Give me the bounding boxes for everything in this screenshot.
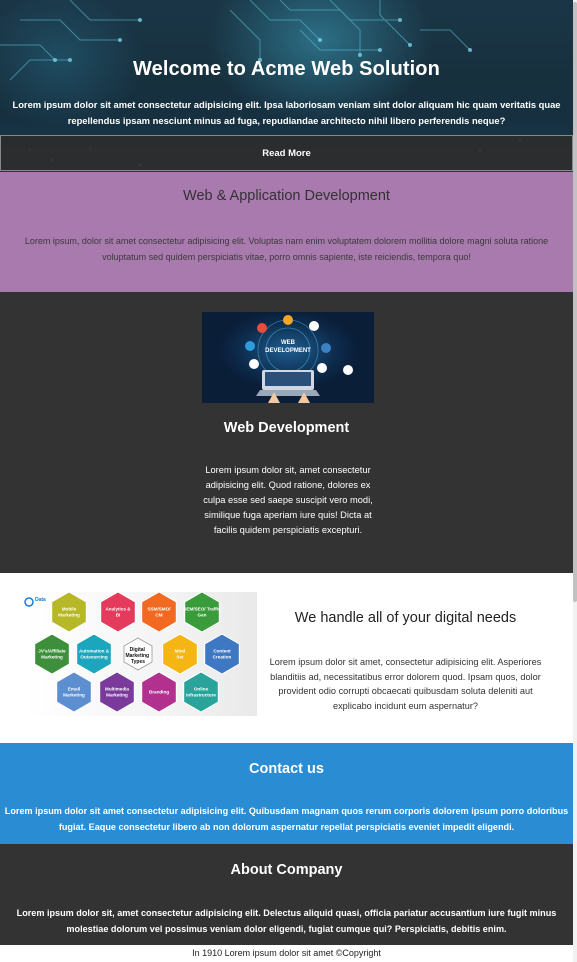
services-description: Lorem ipsum, dolor sit amet consectetur … (24, 236, 549, 262)
services-title: Web & Application Development (183, 188, 390, 204)
contact-description: Lorem ipsum dolor sit amet consectetur a… (4, 806, 569, 832)
center-hexagon: Digital Marketing Types (123, 637, 153, 671)
data-logo-text: Data (35, 597, 46, 603)
hexagon-label-7: Content Creation (213, 649, 232, 660)
digital-marketing-types-image: Data Mobile Marketing Analytics & BI SSM/SMO… (24, 591, 257, 716)
web-development-image: WEB DEVELOPMENT (202, 312, 374, 403)
read-more-button[interactable]: Read More (0, 135, 573, 171)
contact-title: Contact us (249, 761, 324, 777)
scrollbar-thumb[interactable] (573, 2, 577, 602)
footer-copyright: In 1910 Lorem ipsum dolor sit amet ©Copy… (0, 945, 573, 962)
hexagon-label-4: JV's/Affiliate Marketing (38, 649, 66, 660)
web-development-image-caption-1: WEB (281, 340, 296, 346)
services-section: Web & Application Development Lorem ipsu… (0, 172, 573, 292)
page: Welcome to Acme Web Solution Lorem ipsum… (0, 0, 573, 962)
data-logo-icon: Data (24, 597, 46, 607)
hero-section: Welcome to Acme Web Solution Lorem ipsum… (0, 0, 573, 172)
web-development-description: Lorem ipsum dolor sit, amet consectetur … (203, 465, 373, 535)
hero-title: Welcome to Acme Web Solution (133, 58, 440, 80)
hexagon-label-9: Multimedia Marketing (105, 687, 129, 698)
about-description: Lorem ipsum dolor sit, amet consectetur … (16, 908, 557, 934)
digital-needs-description: Lorem ipsum dolor sit amet, consectetur … (269, 657, 542, 711)
web-development-section: WEB DEVELOPMENT Web Development Lorem ip… (0, 292, 573, 573)
hexagon-label-10: Branding (149, 690, 169, 695)
about-section: About Company Lorem ipsum dolor sit, ame… (0, 844, 573, 945)
about-title: About Company (230, 862, 343, 878)
hexagon-label-5: Automation & Outsourcing (79, 649, 110, 660)
web-development-image-caption-2: DEVELOPMENT (265, 348, 311, 354)
hero-description: Lorem ipsum dolor sit amet consectetur a… (12, 99, 561, 126)
digital-needs-section: Data Mobile Marketing Analytics & BI SSM/SMO… (0, 573, 573, 743)
digital-needs-title: We handle all of your digital needs (294, 610, 517, 626)
contact-section: Contact us Lorem ipsum dolor sit amet co… (0, 743, 573, 844)
web-development-title: Web Development (223, 420, 350, 436)
vertical-scrollbar[interactable] (573, 0, 577, 962)
